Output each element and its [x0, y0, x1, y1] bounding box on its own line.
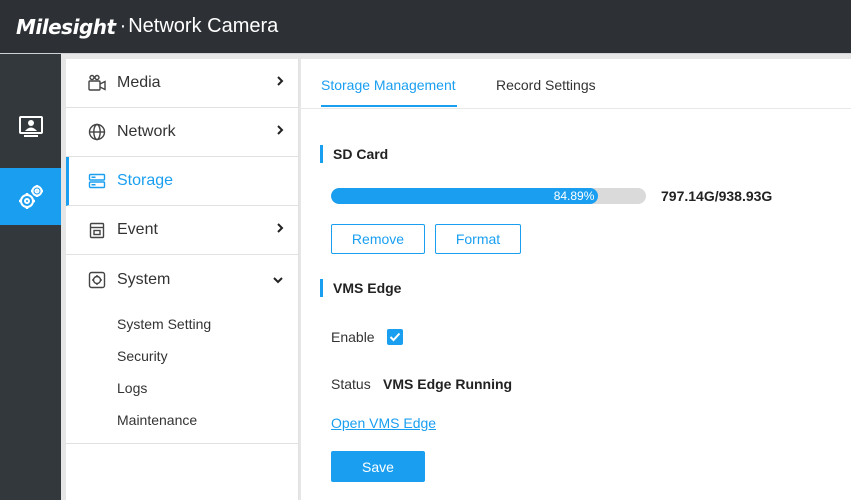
open-vms-edge-link[interactable]: Open VMS Edge [331, 414, 436, 432]
remove-button[interactable]: Remove [331, 224, 425, 254]
checkmark-icon [389, 332, 401, 342]
content-panel: Storage Management Record Settings SD Ca… [301, 59, 851, 500]
sub-item-logs[interactable]: Logs [66, 372, 298, 404]
menu-label-media: Media [117, 74, 161, 91]
menu-item-media[interactable]: Media [66, 59, 298, 108]
media-camera-icon [87, 73, 107, 93]
menu-item-event[interactable]: Event [66, 206, 298, 255]
sub-item-system-setting[interactable]: System Setting [66, 308, 298, 340]
save-button[interactable]: Save [331, 451, 425, 482]
format-button[interactable]: Format [435, 224, 521, 254]
chevron-right-icon [276, 123, 284, 141]
rail-settings[interactable] [0, 168, 61, 225]
rail-live-view[interactable] [0, 98, 61, 155]
left-rail [0, 54, 61, 500]
sd-usage-percent: 84.89% [553, 189, 595, 203]
menu-label-system: System [117, 270, 171, 288]
chevron-right-icon [276, 221, 284, 239]
enable-label: Enable [331, 329, 375, 345]
live-view-icon [18, 115, 43, 137]
sd-usage-fill: 84.89% [331, 188, 599, 204]
chevron-down-icon [272, 271, 284, 289]
menu-item-system[interactable]: System [66, 255, 298, 304]
tab-storage-management[interactable]: Storage Management [321, 59, 457, 107]
tab-record-settings[interactable]: Record Settings [496, 59, 596, 107]
sd-usage-progress: 84.89% [331, 188, 646, 204]
chevron-right-icon [276, 74, 284, 92]
event-icon [87, 220, 107, 240]
header-divider [0, 53, 851, 54]
system-submenu: System Setting Security Logs Maintenance [66, 304, 298, 444]
menu-label-network: Network [117, 123, 176, 140]
settings-gears-icon [18, 184, 43, 209]
settings-menu: Media Network Storage Event System Syste… [66, 59, 299, 500]
menu-label-storage: Storage [117, 172, 174, 189]
top-bar: Milesight Network Camera [0, 0, 851, 53]
system-icon [87, 270, 107, 290]
product-title: Network Camera [120, 15, 278, 38]
vms-edge-section-title: VMS Edge [320, 279, 401, 297]
brand-logo: Milesight [16, 14, 116, 39]
storage-icon [87, 171, 107, 191]
menu-item-network[interactable]: Network [66, 108, 298, 157]
sd-card-section-title: SD Card [320, 145, 388, 163]
sub-item-maintenance[interactable]: Maintenance [66, 404, 298, 436]
sd-capacity: 797.14G/938.93G [661, 188, 773, 204]
menu-item-storage[interactable]: Storage [66, 157, 298, 206]
globe-icon [87, 122, 107, 142]
tab-bar: Storage Management Record Settings [301, 59, 851, 109]
status-value: VMS Edge Running [383, 376, 513, 392]
status-label: Status [331, 376, 371, 392]
menu-label-event: Event [117, 221, 158, 238]
sub-item-security[interactable]: Security [66, 340, 298, 372]
enable-checkbox[interactable] [387, 329, 403, 345]
